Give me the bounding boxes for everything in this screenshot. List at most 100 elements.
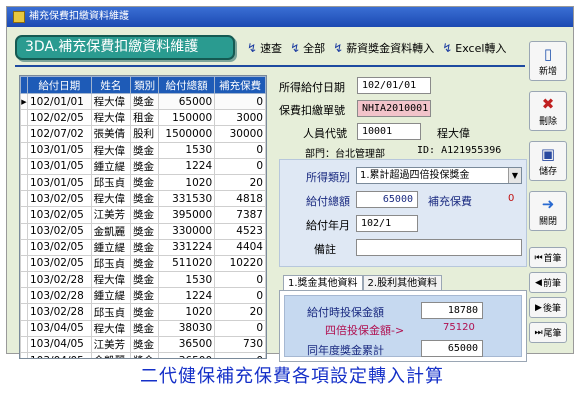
first-record-button[interactable]: ⏮ 首筆	[529, 247, 567, 268]
window-client: 3DA.補充保費扣繳資料維護 ↯ 速查 ↯ 全部 ↯ 薪資獎金資料轉入 ↯ Excel轉…	[7, 27, 573, 362]
table-row[interactable]: 103/02/05 邱玉貞 獎金 511020 10220	[20, 254, 266, 273]
insured-amount-field[interactable]: 18780	[421, 302, 483, 319]
table-row[interactable]: 103/02/05 程大偉 獎金 331530 4818	[20, 190, 266, 208]
column-header-supp-premium[interactable]: 補充保費	[214, 76, 266, 94]
table-row[interactable]: 103/04/05 江美芳 獎金 36500 730	[20, 335, 266, 354]
column-header-name[interactable]: 姓名	[90, 76, 132, 94]
cell-name: 鍾立緹	[90, 157, 132, 175]
table-row[interactable]: 103/04/05金凱麗獎金365000	[20, 351, 266, 358]
table-row[interactable]: 103/02/28 鍾立緹 獎金 1224 0	[20, 287, 266, 305]
income-type-select[interactable]: 1.累計超過四倍投保獎金 ▼	[356, 167, 522, 184]
cell-supp-premium: 4404	[214, 238, 266, 256]
table-row[interactable]: 103/02/05 鍾立緹 獎金 331224 4404	[20, 238, 266, 256]
pay-total-field[interactable]: 65000	[356, 191, 418, 208]
cell-pay-date: 102/02/05	[27, 109, 92, 127]
delete-button[interactable]: ✖ 刪除	[529, 91, 567, 131]
save-button[interactable]: ▣ 儲存	[529, 141, 567, 181]
table-row[interactable]: 103/02/05 江美芳 獎金 395000 7387	[20, 206, 266, 224]
pay-month-label: 給付年月	[306, 219, 350, 232]
cell-name: 鍾立緹	[90, 238, 132, 256]
window-titlebar: 補充保費扣繳資料維護	[7, 7, 573, 27]
lightning-icon: ↯	[290, 41, 301, 55]
cell-name: 金凱麗	[90, 351, 132, 358]
side-toolbar: ▯ 新增 ✖ 刪除 ▣ 儲存 ➜ 關閉 ⏮ 首筆 ◀ 前筆 ▶ 後筆 ⏭ 尾筆	[529, 41, 569, 347]
table-row[interactable]: 102/07/02 張美倩 股利 1500000 30000	[20, 125, 266, 143]
table-row[interactable]: 103/01/05 程大偉 獎金 1530 0	[20, 141, 266, 159]
cell-pay-date: 103/02/05	[27, 190, 92, 208]
insured-amount-label: 給付時投保金額	[307, 306, 384, 319]
cell-pay-total: 1500000	[158, 125, 216, 143]
table-row[interactable]: 103/01/05 邱玉貞 獎金 1020 20	[20, 173, 266, 192]
column-header-pay-total[interactable]: 給付總額	[158, 76, 216, 94]
four-times-label: 四倍投保金額->	[325, 324, 405, 337]
row-indicator	[20, 271, 28, 289]
excel-import-button[interactable]: ↯ Excel轉入	[442, 40, 506, 56]
quick-search-button[interactable]: ↯ 速查	[247, 40, 282, 56]
row-indicator	[20, 173, 28, 192]
page-title: 3DA.補充保費扣繳資料維護	[15, 35, 235, 60]
cell-supp-premium: 4818	[214, 190, 266, 208]
cell-pay-date: 103/02/05	[27, 254, 92, 273]
table-row[interactable]: 102/02/05 程大偉 租金 150000 3000	[20, 109, 266, 127]
table-row[interactable]: 103/04/05 程大偉 獎金 38030 0	[20, 319, 266, 337]
row-indicator	[20, 222, 28, 240]
records-grid[interactable]: 給付日期 姓名 類別 給付總額 補充保費 ▶ 102/01/01 程大偉 獎金 6500…	[19, 75, 267, 359]
show-all-button[interactable]: ↯ 全部	[290, 40, 325, 56]
ytd-bonus-field[interactable]: 65000	[421, 340, 483, 357]
row-indicator	[20, 141, 28, 159]
tab-bonus-details[interactable]: 1.獎金其他資料	[283, 275, 363, 291]
detail-tabs: 1.獎金其他資料 2.股利其他資料	[283, 275, 443, 291]
save-icon: ▣	[540, 144, 556, 163]
table-row[interactable]: 103/02/28 邱玉貞 獎金 1020 20	[20, 303, 266, 321]
cell-category: 獎金	[130, 287, 160, 305]
row-indicator	[20, 254, 28, 273]
cell-pay-total: 395000	[158, 206, 216, 224]
prev-record-button[interactable]: ◀ 前筆	[529, 272, 567, 293]
tab-dividend-details[interactable]: 2.股利其他資料	[362, 275, 443, 291]
exit-button[interactable]: ➜ 關閉	[529, 191, 567, 231]
next-record-icon: ▶	[535, 302, 542, 313]
cell-name: 程大偉	[90, 92, 132, 111]
new-doc-icon: ▯	[543, 44, 553, 63]
pay-date-label: 所得給付日期	[279, 81, 345, 94]
table-row[interactable]: 103/01/05 鍾立緹 獎金 1224 0	[20, 157, 266, 175]
staff-code-label: 人員代號	[303, 127, 347, 140]
income-detail-panel: 所得類別 1.累計超過四倍投保獎金 ▼ 給付總額 65000 補充保費 0 給付…	[279, 159, 527, 267]
column-header-pay-date[interactable]: 給付日期	[27, 76, 92, 94]
cell-supp-premium: 20	[214, 303, 266, 321]
column-header-category[interactable]: 類別	[130, 76, 160, 94]
last-record-button[interactable]: ⏭ 尾筆	[529, 322, 567, 343]
bonus-details-box: 給付時投保金額 18780 四倍投保金額-> 75120 同年度獎金累計 650…	[284, 295, 522, 357]
cell-supp-premium: 0	[214, 287, 266, 305]
cell-category: 股利	[130, 125, 160, 143]
staff-code-field[interactable]: 10001	[357, 123, 421, 140]
cell-supp-premium: 7387	[214, 206, 266, 224]
new-button[interactable]: ▯ 新增	[529, 41, 567, 81]
pay-date-field[interactable]: 102/01/01	[357, 77, 431, 94]
cell-supp-premium: 0	[214, 271, 266, 289]
table-row[interactable]: 103/02/05 金凱麗 獎金 330000 4523	[20, 222, 266, 240]
cell-pay-total: 511020	[158, 254, 216, 273]
salary-import-button[interactable]: ↯ 薪資獎金資料轉入	[333, 40, 434, 56]
cell-category: 獎金	[130, 157, 160, 175]
table-row[interactable]: 103/02/28 程大偉 獎金 1530 0	[20, 271, 266, 289]
cell-name: 鍾立緹	[90, 287, 132, 305]
next-record-button[interactable]: ▶ 後筆	[529, 297, 567, 318]
cell-pay-date: 103/02/28	[27, 271, 92, 289]
lightning-icon: ↯	[247, 41, 258, 55]
cell-name: 江美芳	[90, 335, 132, 354]
toolbar: ↯ 速查 ↯ 全部 ↯ 薪資獎金資料轉入 ↯ Excel轉入	[247, 38, 506, 58]
cell-category: 租金	[130, 109, 160, 127]
note-field[interactable]	[356, 239, 522, 256]
withholding-no-field[interactable]: NHIA2010001	[357, 100, 431, 117]
chevron-down-icon[interactable]: ▼	[508, 168, 521, 183]
row-indicator	[20, 125, 28, 143]
row-indicator	[20, 109, 28, 127]
cell-supp-premium: 10220	[214, 254, 266, 273]
grid-header-row: 給付日期 姓名 類別 給付總額 補充保費	[20, 76, 266, 94]
cell-pay-total: 36500	[158, 351, 216, 358]
pay-month-field[interactable]: 102/1	[356, 215, 418, 232]
records-table: 給付日期 姓名 類別 給付總額 補充保費 ▶ 102/01/01 程大偉 獎金 6500…	[20, 76, 266, 358]
table-row[interactable]: ▶ 102/01/01 程大偉 獎金 65000 0	[20, 92, 266, 111]
cell-category: 獎金	[130, 319, 160, 337]
